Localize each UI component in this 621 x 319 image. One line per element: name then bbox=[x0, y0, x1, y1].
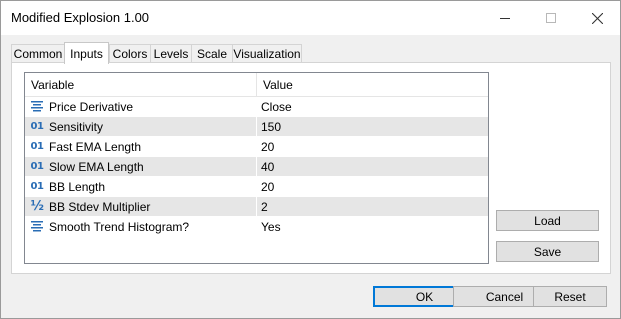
minimize-button[interactable] bbox=[482, 1, 528, 35]
inputs-panel: Variable Value Price Derivative Close 01… bbox=[11, 62, 611, 274]
variable-name: Smooth Trend Histogram? bbox=[49, 219, 190, 234]
variable-name: Price Derivative bbox=[49, 99, 134, 114]
table-row[interactable]: Price Derivative Close bbox=[25, 97, 488, 117]
table-row[interactable]: 01 Slow EMA Length 40 bbox=[25, 157, 488, 177]
reset-button[interactable]: Reset bbox=[533, 286, 607, 307]
table-row[interactable]: Smooth Trend Histogram? Yes bbox=[25, 217, 488, 237]
tab-visualization[interactable]: Visualization bbox=[232, 44, 302, 62]
load-button[interactable]: Load bbox=[496, 210, 599, 231]
list-icon bbox=[30, 220, 44, 234]
minimize-icon bbox=[500, 18, 510, 19]
fraction-icon: ½ bbox=[30, 199, 44, 214]
variable-name: BB Length bbox=[49, 179, 106, 194]
inputs-grid: Variable Value Price Derivative Close 01… bbox=[24, 72, 489, 264]
tab-colors[interactable]: Colors bbox=[109, 44, 151, 62]
save-button[interactable]: Save bbox=[496, 241, 599, 262]
title-bar: Modified Explosion 1.00 bbox=[1, 1, 620, 35]
variable-value[interactable]: 20 bbox=[257, 137, 488, 156]
variable-name: Fast EMA Length bbox=[49, 139, 142, 154]
table-row[interactable]: ½ BB Stdev Multiplier 2 bbox=[25, 197, 488, 217]
table-row[interactable]: 01 Sensitivity 150 bbox=[25, 117, 488, 137]
integer-icon: 01 bbox=[30, 121, 44, 132]
variable-name: BB Stdev Multiplier bbox=[49, 199, 151, 214]
variable-name: Sensitivity bbox=[49, 119, 104, 134]
list-icon bbox=[30, 100, 44, 114]
dialog-window: Modified Explosion 1.00 Common Inputs Co… bbox=[0, 0, 621, 319]
integer-icon: 01 bbox=[30, 141, 44, 152]
variable-value[interactable]: 20 bbox=[257, 177, 488, 196]
value-column-header[interactable]: Value bbox=[257, 73, 293, 96]
integer-icon: 01 bbox=[30, 181, 44, 192]
variable-value[interactable]: 2 bbox=[257, 197, 488, 216]
table-row[interactable]: 01 BB Length 20 bbox=[25, 177, 488, 197]
table-row[interactable]: 01 Fast EMA Length 20 bbox=[25, 137, 488, 157]
maximize-icon bbox=[546, 13, 556, 23]
variable-value[interactable]: Yes bbox=[257, 217, 488, 236]
close-button[interactable] bbox=[574, 1, 620, 35]
variable-column-header[interactable]: Variable bbox=[25, 73, 257, 96]
grid-header: Variable Value bbox=[25, 73, 488, 97]
window-title: Modified Explosion 1.00 bbox=[11, 10, 150, 25]
tab-scale[interactable]: Scale bbox=[191, 44, 233, 62]
tab-levels[interactable]: Levels bbox=[150, 44, 192, 62]
close-icon bbox=[591, 12, 603, 24]
tab-common[interactable]: Common bbox=[11, 44, 65, 62]
variable-name: Slow EMA Length bbox=[49, 159, 144, 174]
maximize-button[interactable] bbox=[528, 1, 574, 35]
variable-value[interactable]: 40 bbox=[257, 157, 488, 176]
variable-value[interactable]: 150 bbox=[257, 117, 488, 136]
variable-value[interactable]: Close bbox=[257, 97, 488, 116]
tab-inputs[interactable]: Inputs bbox=[64, 42, 109, 64]
integer-icon: 01 bbox=[30, 161, 44, 172]
